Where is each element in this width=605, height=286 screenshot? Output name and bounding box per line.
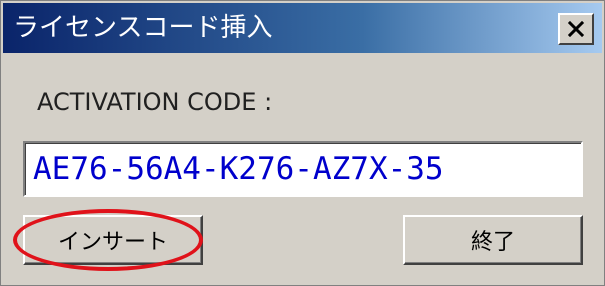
insert-button[interactable]: インサート (23, 215, 203, 265)
license-code-dialog: ライセンスコード挿入 ACTIVATION CODE : AE76-56A4-K… (0, 0, 605, 286)
activation-code-field[interactable]: AE76-56A4-K276-AZ7X-35 (23, 141, 583, 197)
exit-button[interactable]: 終了 (403, 215, 583, 265)
title-bar[interactable]: ライセンスコード挿入 (3, 3, 602, 53)
window-title: ライセンスコード挿入 (13, 13, 273, 43)
activation-code-label: ACTIVATION CODE : (37, 88, 273, 116)
close-x-icon (568, 21, 584, 37)
close-button[interactable] (558, 13, 594, 45)
